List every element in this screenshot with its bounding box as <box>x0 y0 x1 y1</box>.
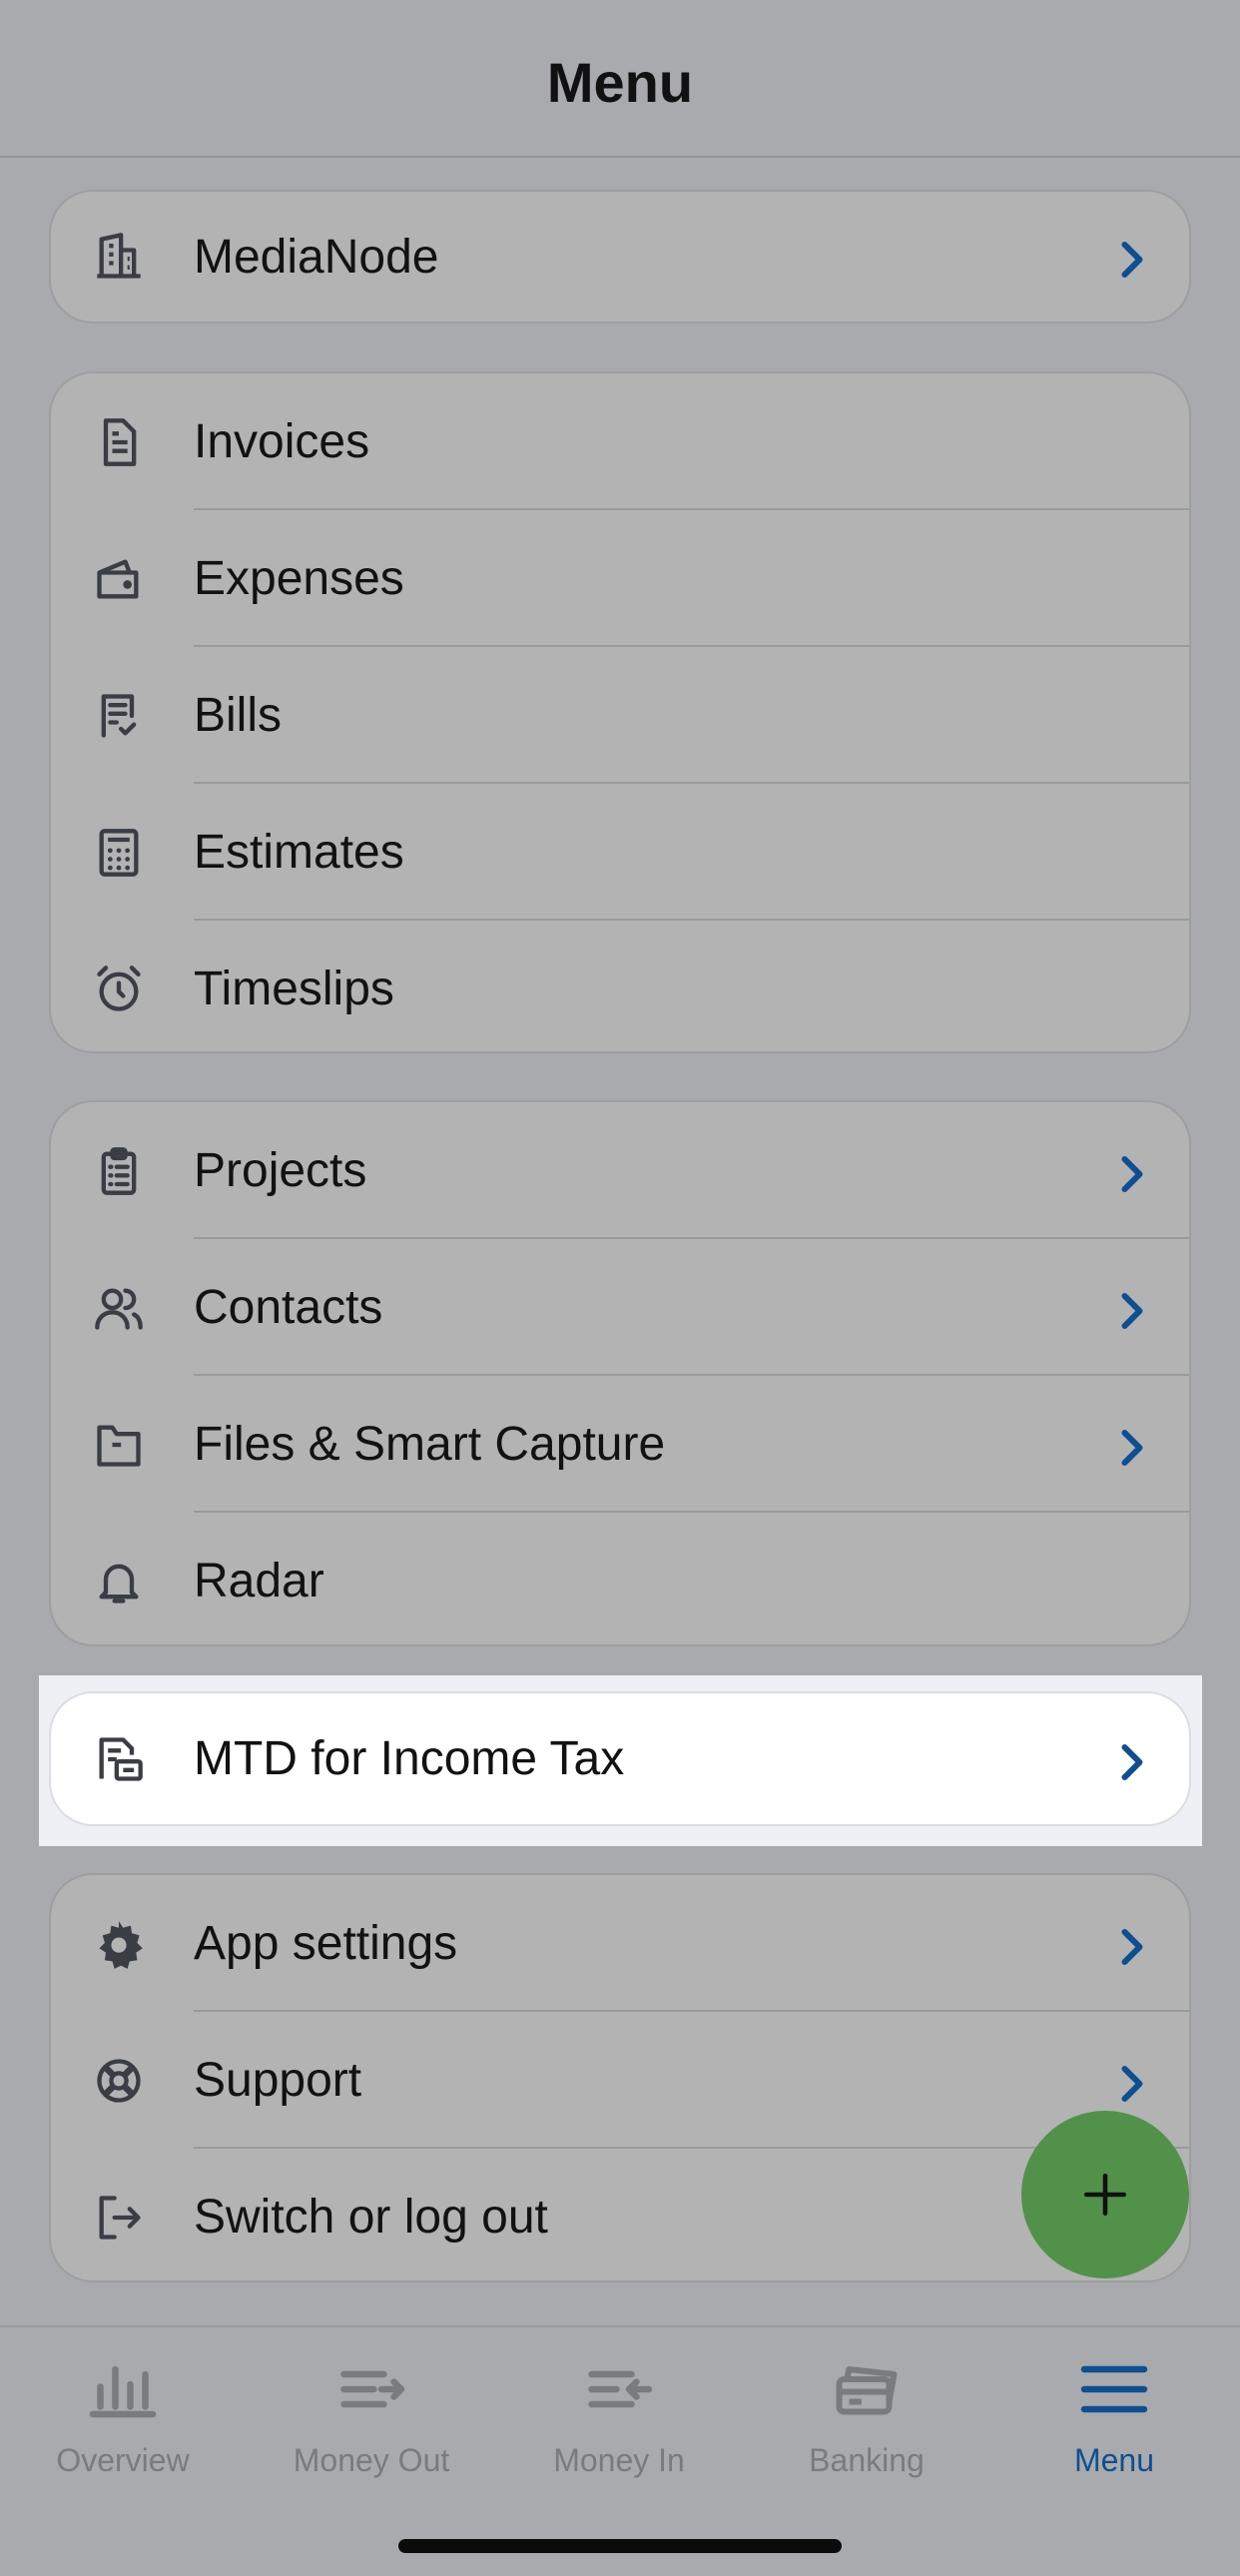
menu-item-label: Switch or log out <box>194 2191 548 2244</box>
menu-item-label: Estimates <box>194 826 404 879</box>
menu-item-support[interactable]: Support <box>51 2012 1189 2149</box>
menu-icon <box>1079 2357 1149 2426</box>
gear-icon <box>91 1916 147 1972</box>
chevron-right-icon <box>1115 1154 1149 1192</box>
settings-card: App settings Support Switch or log out <box>49 1873 1191 2282</box>
money-in-icon <box>584 2357 654 2426</box>
bill-check-icon <box>91 688 147 744</box>
chevron-right-icon <box>1115 1927 1149 1965</box>
money-out-icon <box>336 2357 406 2426</box>
overview-icon <box>88 2357 158 2426</box>
menu-item-label: Invoices <box>194 415 370 468</box>
tab-overview[interactable]: Overview <box>13 2357 233 2507</box>
menu-item-label: Radar <box>194 1555 324 1608</box>
building-icon <box>91 229 147 285</box>
tab-money-out[interactable]: Money Out <box>262 2357 481 2507</box>
menu-item-contacts[interactable]: Contacts <box>51 1239 1189 1376</box>
menu-item-estimates[interactable]: Estimates <box>51 784 1189 921</box>
folder-icon <box>91 1417 147 1473</box>
alarm-clock-icon <box>91 962 147 1017</box>
menu-item-bills[interactable]: Bills <box>51 647 1189 784</box>
menu-item-projects[interactable]: Projects <box>51 1102 1189 1239</box>
tab-money-in[interactable]: Money In <box>509 2357 729 2507</box>
people-icon <box>91 1280 147 1336</box>
menu-item-radar[interactable]: Radar <box>51 1513 1189 1644</box>
home-indicator <box>398 2539 842 2553</box>
menu-item-timeslips[interactable]: Timeslips <box>51 921 1189 1051</box>
menu-item-label: App settings <box>194 1917 458 1970</box>
menu-item-invoices[interactable]: Invoices <box>51 373 1189 510</box>
menu-item-label: Projects <box>194 1144 367 1197</box>
tab-banking[interactable]: Banking <box>757 2357 976 2507</box>
calculator-icon <box>91 825 147 881</box>
tax-document-icon <box>91 1731 147 1787</box>
documents-card: Invoices Expenses Bills Estimates Timesl… <box>49 371 1191 1053</box>
menu-item-mtd-income-tax[interactable]: MTD for Income Tax <box>51 1693 1189 1824</box>
chevron-right-icon <box>1115 1291 1149 1329</box>
menu-item-switch-logout[interactable]: Switch or log out <box>51 2149 1189 2280</box>
page-title: Menu <box>546 50 694 114</box>
work-card: Projects Contacts Files & Smart Capture … <box>49 1100 1191 1646</box>
menu-item-label: Timeslips <box>194 963 394 1015</box>
tab-label: Money In <box>553 2442 685 2478</box>
lifebuoy-icon <box>91 2053 147 2109</box>
header: Menu <box>0 0 1240 158</box>
tab-menu[interactable]: Menu <box>1004 2357 1224 2507</box>
plus-icon <box>1080 2170 1130 2220</box>
menu-item-label: Expenses <box>194 552 404 605</box>
chevron-right-icon <box>1115 1742 1149 1780</box>
company-card: MediaNode <box>49 190 1191 323</box>
tab-label: Money Out <box>293 2442 450 2478</box>
menu-item-label: Contacts <box>194 1281 383 1334</box>
chevron-right-icon <box>1115 240 1149 278</box>
menu-item-expenses[interactable]: Expenses <box>51 510 1189 647</box>
wallet-icon <box>91 551 147 607</box>
chevron-right-icon <box>1115 1428 1149 1466</box>
bell-icon <box>91 1554 147 1610</box>
clipboard-icon <box>91 1143 147 1199</box>
menu-item-medianode[interactable]: MediaNode <box>51 192 1189 322</box>
menu-item-label: Bills <box>194 689 283 742</box>
tax-card: MTD for Income Tax <box>49 1691 1191 1826</box>
menu-item-files-smart-capture[interactable]: Files & Smart Capture <box>51 1376 1189 1513</box>
menu-item-label: Files & Smart Capture <box>194 1418 666 1471</box>
menu-item-label: MediaNode <box>194 230 439 284</box>
document-icon <box>91 414 147 470</box>
tab-label: Menu <box>1073 2442 1155 2478</box>
logout-icon <box>91 2190 147 2246</box>
add-fab-button[interactable] <box>1021 2111 1189 2278</box>
tab-label: Overview <box>56 2442 190 2478</box>
chevron-right-icon <box>1115 2064 1149 2102</box>
menu-item-label: Support <box>194 2054 362 2107</box>
banking-icon <box>832 2357 902 2426</box>
tab-label: Banking <box>809 2442 925 2478</box>
menu-item-label: MTD for Income Tax <box>194 1732 625 1785</box>
menu-item-app-settings[interactable]: App settings <box>51 1875 1189 2012</box>
